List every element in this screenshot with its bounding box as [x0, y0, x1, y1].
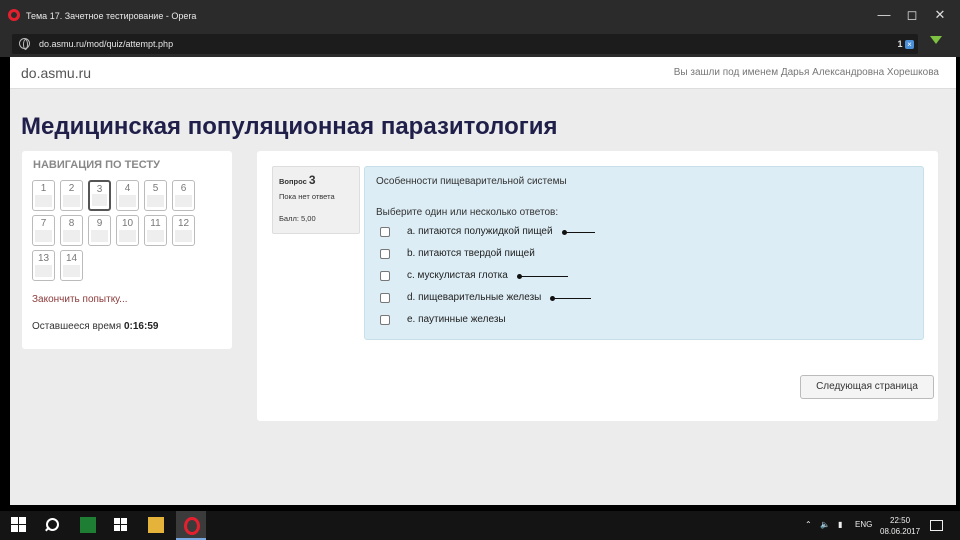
search-icon[interactable] [44, 517, 60, 533]
url-field[interactable]: do.asmu.ru/mod/quiz/attempt.php 1 × [12, 34, 918, 54]
time-label: Оставшееся время [32, 321, 122, 332]
answer-label: e. паутинные железы [407, 314, 506, 325]
handwritten-arrow-mark [562, 230, 595, 235]
chevron-up-icon[interactable]: ⌃ [805, 520, 812, 529]
address-badge[interactable]: 1 × [897, 39, 914, 49]
navigation-title: НАВИГАЦИЯ ПО ТЕСТУ [33, 159, 160, 171]
question-text-box: Особенности пищеварительной системы Выбе… [364, 166, 924, 340]
question-nav-button[interactable]: 11 [144, 215, 167, 246]
question-nav-button[interactable]: 12 [172, 215, 195, 246]
question-state: Пока нет ответа [279, 192, 335, 201]
url-text: do.asmu.ru/mod/quiz/attempt.php [39, 39, 174, 49]
page: do.asmu.ru Вы зашли под именем Дарья Але… [10, 57, 956, 505]
question-prompt: Выберите один или несколько ответов: [376, 207, 559, 218]
battery-icon[interactable]: ▮ [838, 520, 842, 529]
site-name[interactable]: do.asmu.ru [21, 65, 91, 81]
question-nav-button[interactable]: 14 [60, 250, 83, 281]
question-nav-button[interactable]: 13 [32, 250, 55, 281]
question-nav-button[interactable]: 6 [172, 180, 195, 211]
window-title: Тема 17. Зачетное тестирование - Opera [26, 11, 197, 21]
question-nav-button[interactable]: 4 [116, 180, 139, 211]
language-indicator[interactable]: ENG [855, 520, 872, 529]
answer-label: b. питаются твердой пищей [407, 248, 535, 259]
course-title: Медицинская популяционная паразитология [21, 113, 558, 140]
quiz-navigation: НАВИГАЦИЯ ПО ТЕСТУ 1 2 3 4 5 6 7 8 9 10 11 12 13 14 З… [22, 151, 232, 349]
maximize-icon[interactable]: ◻ [902, 6, 922, 24]
question-grade: Балл: 5,00 [279, 214, 316, 223]
time-value: 0:16:59 [123, 321, 159, 332]
answer-checkbox[interactable] [380, 315, 390, 325]
address-bar: do.asmu.ru/mod/quiz/attempt.php 1 × [0, 31, 960, 57]
question-info: Вопрос 3 Пока нет ответа Балл: 5,00 [272, 166, 360, 234]
close-badge-icon: × [905, 40, 914, 49]
answer-label: d. пищеварительные железы [407, 292, 542, 303]
question-topic: Особенности пищеварительной системы [376, 176, 567, 187]
browser-titlebar: Тема 17. Зачетное тестирование - Opera —… [0, 0, 960, 31]
answer-checkbox[interactable] [380, 227, 390, 237]
question-number: Вопрос 3 [279, 173, 316, 187]
question-nav-button[interactable]: 3 [88, 180, 111, 211]
site-header: do.asmu.ru Вы зашли под именем Дарья Але… [10, 57, 956, 89]
folder-icon[interactable] [148, 517, 164, 533]
answer-label: c. мускулистая глотка [407, 270, 508, 281]
globe-icon [19, 38, 30, 50]
windows-start-icon[interactable] [11, 517, 27, 533]
time-remaining: Оставшееся время 0:16:59 [32, 321, 158, 332]
question-nav-button[interactable]: 7 [32, 215, 55, 246]
answer-label: a. питаются полужидкой пищей [407, 226, 553, 237]
answer-checkbox[interactable] [380, 293, 390, 303]
close-icon[interactable]: ✕ [930, 6, 950, 24]
notification-icon[interactable] [930, 520, 943, 531]
question-nav-button[interactable]: 10 [116, 215, 139, 246]
login-info: Вы зашли под именем Дарья Александровна … [673, 67, 939, 78]
next-page-button[interactable]: Следующая страница [800, 375, 934, 399]
handwritten-arrow-mark [550, 296, 591, 301]
question-area: Вопрос 3 Пока нет ответа Балл: 5,00 Особ… [257, 151, 938, 421]
handwritten-arrow-mark [517, 274, 568, 279]
question-nav-button[interactable]: 2 [60, 180, 83, 211]
question-nav-button[interactable]: 8 [60, 215, 83, 246]
question-nav-button[interactable]: 9 [88, 215, 111, 246]
question-nav-button[interactable]: 1 [32, 180, 55, 211]
clock[interactable]: 22:50 08.06.2017 [880, 515, 920, 537]
opera-taskbar-icon[interactable] [176, 511, 206, 540]
question-nav-button[interactable]: 5 [144, 180, 167, 211]
minimize-icon[interactable]: — [874, 6, 894, 24]
answer-checkbox[interactable] [380, 249, 390, 259]
download-icon[interactable] [930, 36, 942, 44]
opera-logo-icon [8, 9, 20, 21]
store-icon[interactable] [113, 517, 129, 533]
taskbar: ⌃ 🔈 ▮ ENG 22:50 08.06.2017 [0, 511, 960, 540]
finish-attempt-link[interactable]: Закончить попытку... [32, 294, 128, 305]
answer-checkbox[interactable] [380, 271, 390, 281]
taskbar-app-icon[interactable] [80, 517, 96, 533]
volume-icon[interactable]: 🔈 [820, 520, 830, 529]
